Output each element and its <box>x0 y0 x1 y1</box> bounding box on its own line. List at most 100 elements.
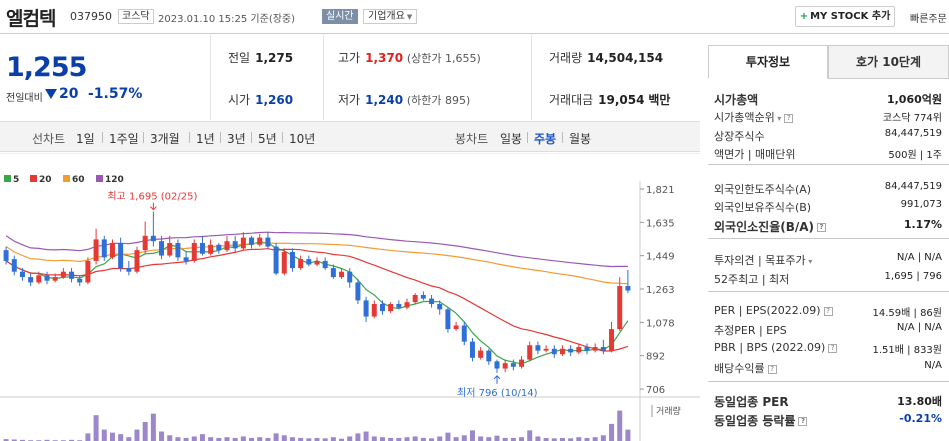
tab-order-book[interactable]: 호가 10단계 <box>828 45 949 79</box>
volume-bar <box>617 410 623 441</box>
candle-body <box>486 350 492 362</box>
tab-10y[interactable]: 10년 <box>289 130 315 147</box>
divider <box>282 132 283 143</box>
help-icon[interactable]: ? <box>798 417 808 426</box>
help-icon[interactable]: ? <box>784 113 794 123</box>
amount-label: 거래대금 <box>549 93 594 107</box>
candle-body <box>355 282 361 301</box>
candle-body <box>576 347 582 353</box>
realtime-button[interactable]: 실시간 <box>322 9 358 24</box>
volume-bar <box>461 435 467 441</box>
candle-body <box>183 257 189 261</box>
volume-bar <box>445 432 451 441</box>
candle-body <box>494 361 500 369</box>
info-row-label: 52주최고 | 최저 <box>714 273 790 286</box>
candle-body <box>551 348 557 355</box>
lower-limit: (하한가 895) <box>406 94 471 107</box>
y-tick-label: 1,263 <box>646 285 675 296</box>
volume-value: 14,504,154 <box>587 51 664 65</box>
candle-body <box>11 259 17 272</box>
tab-5y[interactable]: 5년 <box>258 130 277 147</box>
volume-bar <box>363 431 369 441</box>
candle-body <box>44 275 50 281</box>
candle-body <box>118 242 124 269</box>
volume: 거래량 14,504,154 <box>549 49 663 69</box>
candle-body <box>3 250 9 261</box>
info-row: 투자의견 | 목표주가 ▾ N/A | N/A <box>714 252 944 270</box>
info-row-label: PBR | BPS (2022.09) <box>714 341 826 354</box>
divider <box>562 132 563 143</box>
divider <box>323 35 324 120</box>
info-row: PER | EPS(2022.09)? 14.59배 | 86원 <box>714 304 944 322</box>
high-annotation: 최고 1,695 (02/25) <box>107 191 197 203</box>
help-icon[interactable]: ? <box>767 364 777 374</box>
open-label: 시가 <box>228 93 251 107</box>
tab-monthly[interactable]: 월봉 <box>569 130 591 147</box>
info-row-label: 외국인보유주식수(B) <box>714 201 812 214</box>
corp-info-dropdown[interactable]: 기업개요 ▼ <box>363 9 418 24</box>
info-row: PBR | BPS (2022.09)? 1.51배 | 833원 <box>714 341 944 359</box>
chevron-down-icon[interactable]: ▾ <box>806 257 812 266</box>
tab-1y[interactable]: 1년 <box>196 130 215 147</box>
chart-period-tabs: 선차트 1일 1주일 3개월 1년 3년 5년 10년 봉차트 일봉 주봉 월봉 <box>0 121 700 152</box>
help-icon[interactable]: ? <box>817 223 827 232</box>
tab-daily[interactable]: 일봉 <box>500 130 522 147</box>
y-tick-label: 1,821 <box>646 185 675 196</box>
quick-order-link[interactable]: 빠른주문 <box>910 10 947 25</box>
change-label: 전일대비 <box>6 93 43 104</box>
info-row: 동일업종 등락률? -0.21% <box>714 412 944 430</box>
candle-body <box>69 271 75 279</box>
tab-3y[interactable]: 3년 <box>227 130 246 147</box>
volume-bar <box>224 437 230 441</box>
info-row-value: 991,073 <box>900 199 942 210</box>
chevron-down-icon: ▼ <box>406 13 413 21</box>
high-price: 고가 1,370 (상한가 1,655) <box>338 49 481 69</box>
tab-invest-info[interactable]: 투자정보 <box>708 45 828 79</box>
chevron-down-icon[interactable]: ▾ <box>775 114 781 123</box>
tab-1d[interactable]: 1일 <box>76 130 95 147</box>
volume-bar <box>609 423 615 441</box>
info-row-value: 1.17% <box>903 218 942 231</box>
volume-bar <box>486 437 492 441</box>
candle-body <box>265 237 271 247</box>
volume-label: 거래량 <box>549 51 583 65</box>
help-icon[interactable]: ? <box>828 343 838 353</box>
candle-body <box>93 239 99 261</box>
volume-bar <box>150 413 156 441</box>
tab-weekly[interactable]: 주봉 <box>534 130 556 147</box>
candle-body <box>249 237 255 245</box>
info-row-value: N/A <box>924 360 942 371</box>
candle-body <box>77 278 83 283</box>
down-triangle-icon <box>45 89 57 99</box>
info-row: 52주최고 | 최저 1,695 | 796 <box>714 271 944 289</box>
high-label: 고가 <box>338 51 361 65</box>
divider <box>527 132 528 143</box>
prev-close-label: 전일 <box>228 51 251 65</box>
candle-body <box>396 303 402 308</box>
tab-1w[interactable]: 1주일 <box>109 130 139 147</box>
legend-swatch <box>63 175 70 182</box>
add-mystock-button[interactable]: + MY STOCK 추가 <box>795 6 895 27</box>
candle-body <box>625 286 631 291</box>
candle-body <box>363 300 369 317</box>
volume-bar <box>167 435 173 441</box>
legend-swatch <box>96 175 103 182</box>
candle-body <box>502 363 508 369</box>
y-tick-label: 892 <box>646 352 665 363</box>
legend-label: 60 <box>72 175 85 185</box>
volume-bar <box>494 435 500 441</box>
candle-body <box>445 309 451 330</box>
divider <box>220 132 221 143</box>
tab-3m[interactable]: 3개월 <box>150 130 180 147</box>
candle-body <box>543 348 549 351</box>
divider <box>708 164 949 165</box>
price-chart[interactable]: 5 20 60 120 1,821 1,635 1,449 1,263 1,078 892 706 최… <box>0 153 700 441</box>
candle-body <box>273 246 279 274</box>
investment-info-panel: 투자정보 호가 10단계 시가총액 1,060억원 시가총액순위 ▾? 코스닥 774… <box>708 45 949 441</box>
help-icon[interactable]: ? <box>823 306 833 316</box>
candle-body <box>314 260 320 265</box>
candle-body <box>535 345 541 351</box>
volume-bar <box>592 437 598 441</box>
info-row-label: 상장주식수 <box>714 130 765 143</box>
add-mystock-label: MY STOCK 추가 <box>810 11 891 22</box>
